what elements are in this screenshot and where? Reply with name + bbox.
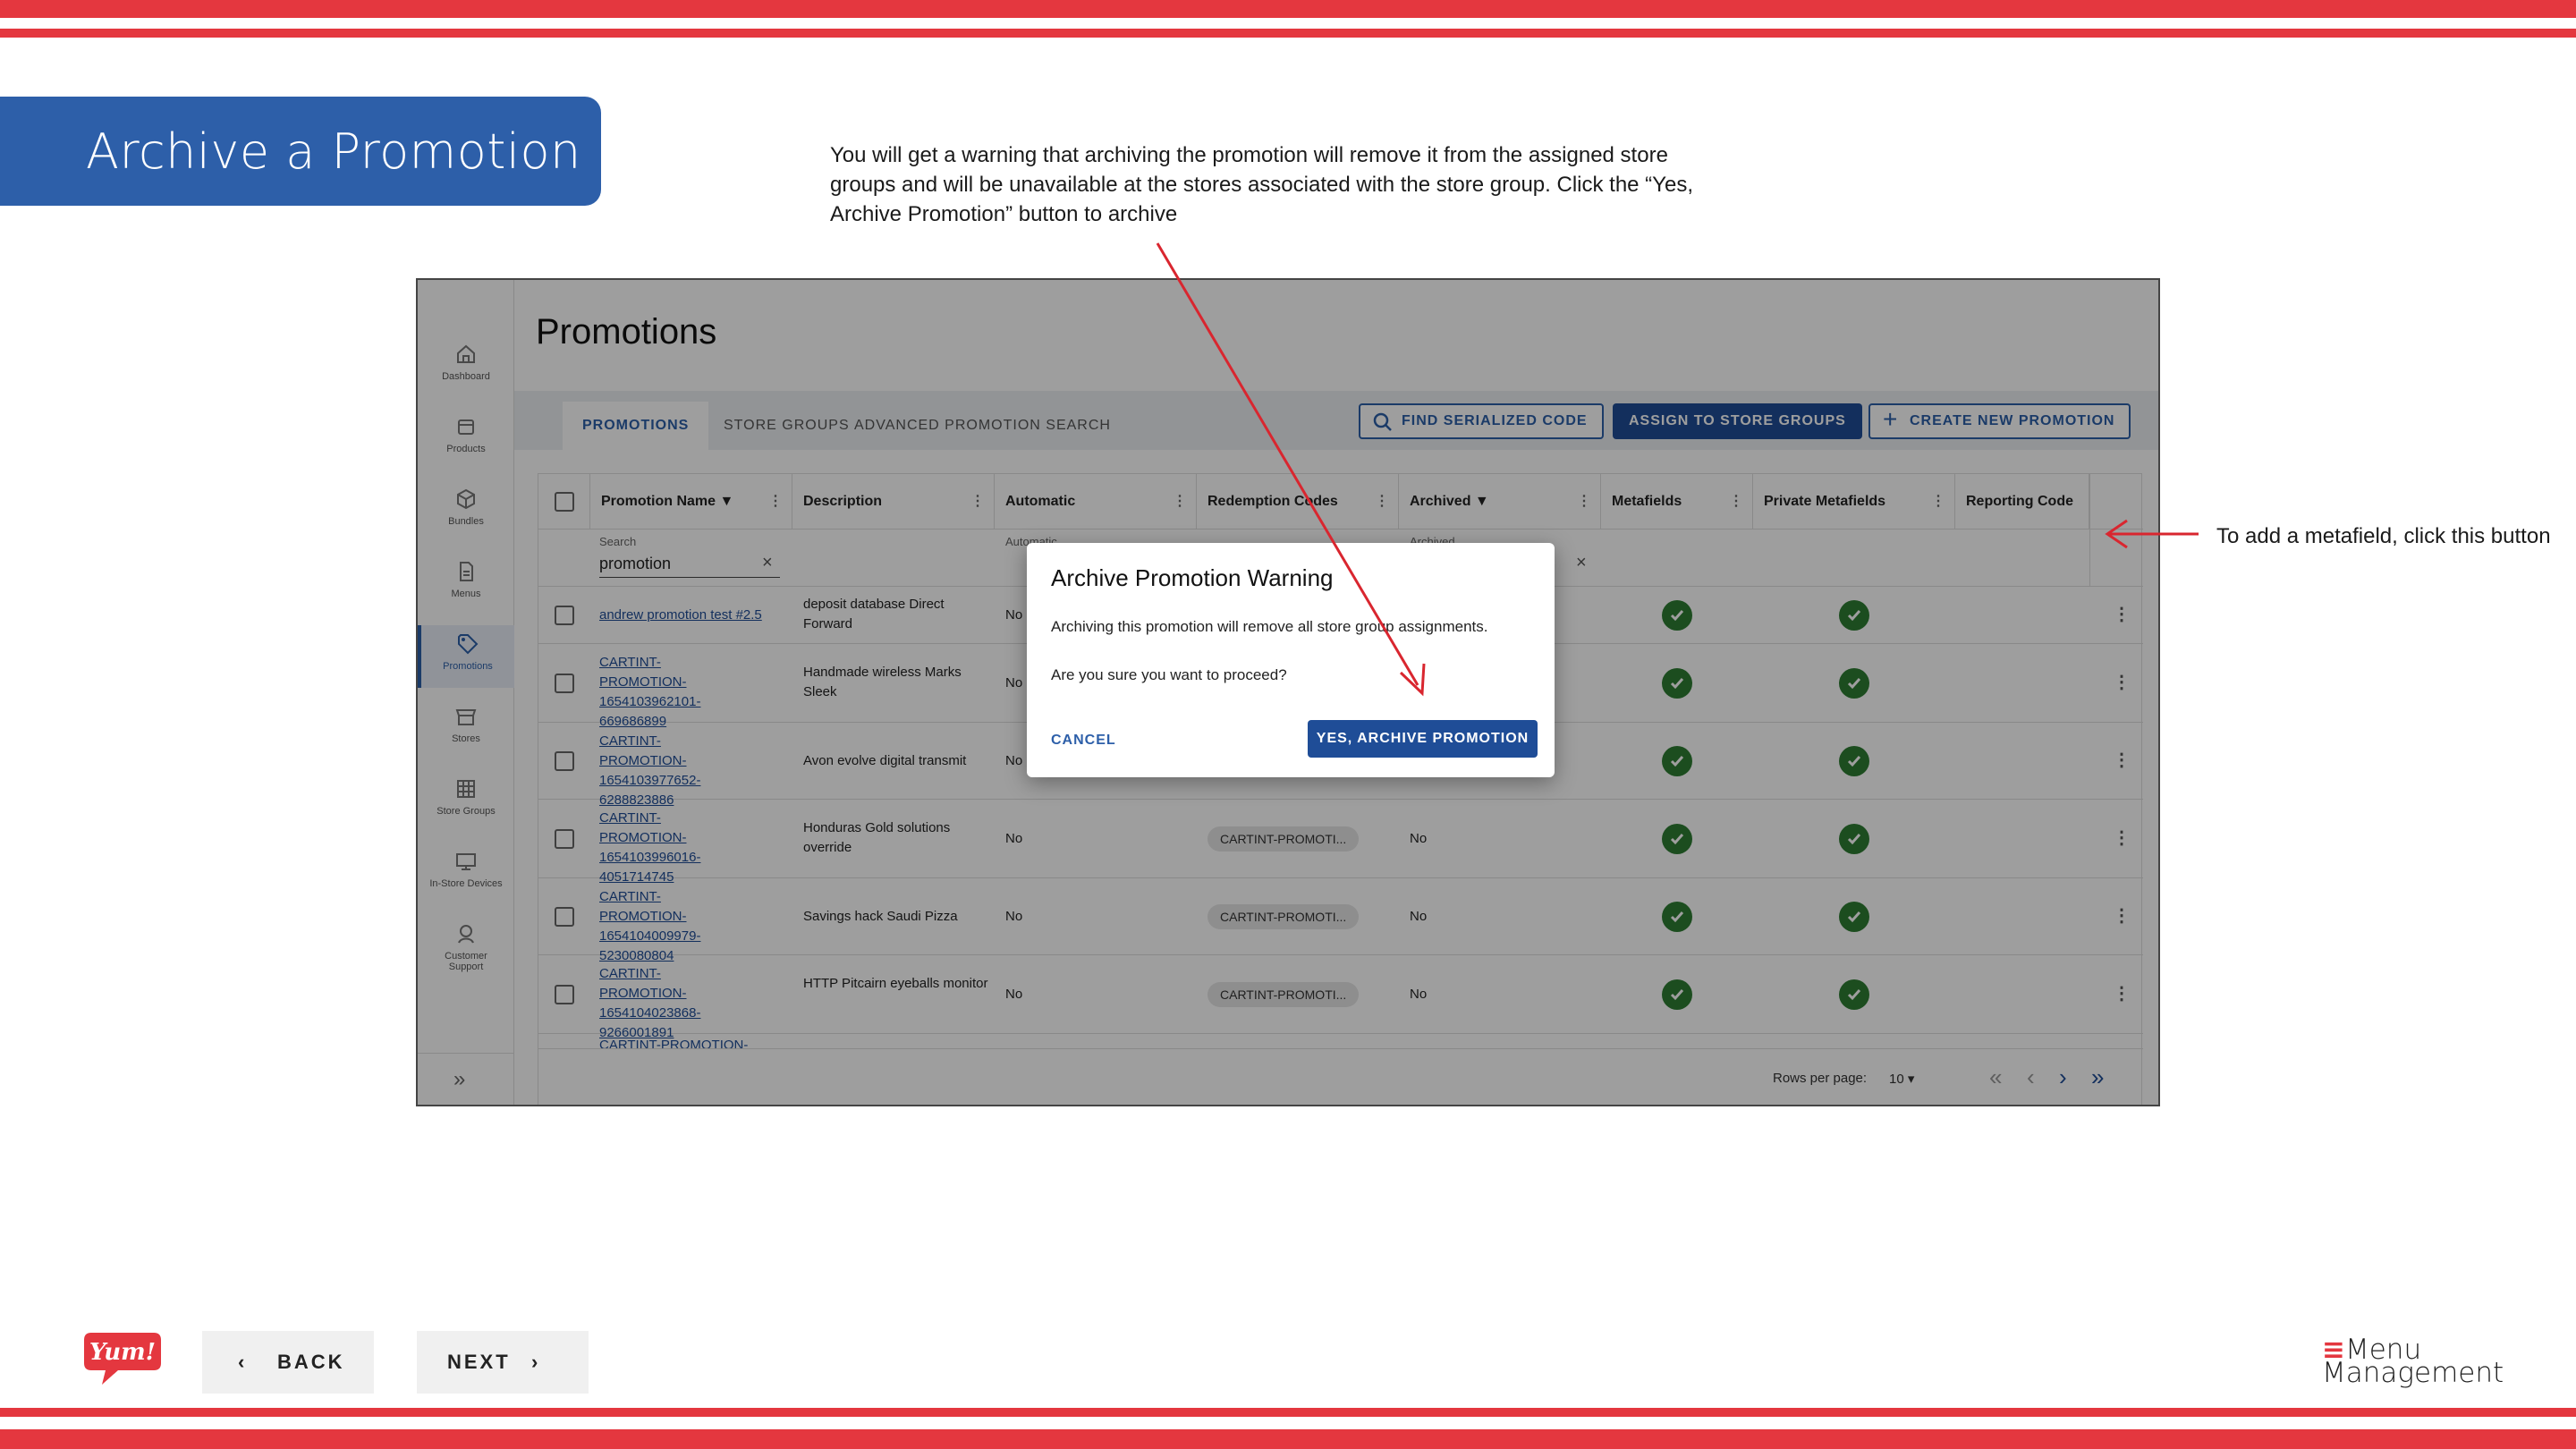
back-button[interactable]: ‹ BACK: [202, 1331, 374, 1394]
top-stripe-2: [0, 29, 2576, 38]
callout-right-text: To add a metafield, click this button: [2216, 524, 2551, 548]
dialog-message: Archiving this promotion will remove all…: [1051, 618, 1488, 635]
dialog-title: Archive Promotion Warning: [1051, 564, 1334, 591]
yum-logo: Yum!: [84, 1333, 161, 1385]
bottom-stripe-2: [0, 1429, 2576, 1449]
yes-archive-promotion-button[interactable]: YES, ARCHIVE PROMOTION: [1308, 720, 1538, 758]
bottom-stripe-1: [0, 1408, 2576, 1417]
menu-management-logo: ≡Menu Management: [2322, 1336, 2504, 1387]
slide-title: Archive a Promotion: [86, 123, 581, 180]
back-label: BACK: [277, 1351, 345, 1373]
chevron-left-icon: ‹: [238, 1351, 248, 1373]
next-label: NEXT: [447, 1351, 511, 1373]
app-screenshot: Dashboard Products Bundles Menus Promoti…: [416, 278, 2160, 1106]
logo-line-2: Management: [2322, 1357, 2504, 1389]
slide-title-banner: Archive a Promotion: [0, 97, 601, 206]
svg-text:Yum!: Yum!: [89, 1339, 156, 1366]
dialog-question: Are you sure you want to proceed?: [1051, 666, 1287, 683]
cancel-button[interactable]: CANCEL: [1051, 733, 1116, 749]
chevron-right-icon: ›: [531, 1351, 541, 1373]
next-button[interactable]: NEXT ›: [417, 1331, 589, 1394]
archive-warning-dialog: Archive Promotion Warning Archiving this…: [1027, 543, 1555, 777]
top-stripe-1: [0, 0, 2576, 18]
callout-top-text: You will get a warning that archiving th…: [830, 143, 1693, 226]
